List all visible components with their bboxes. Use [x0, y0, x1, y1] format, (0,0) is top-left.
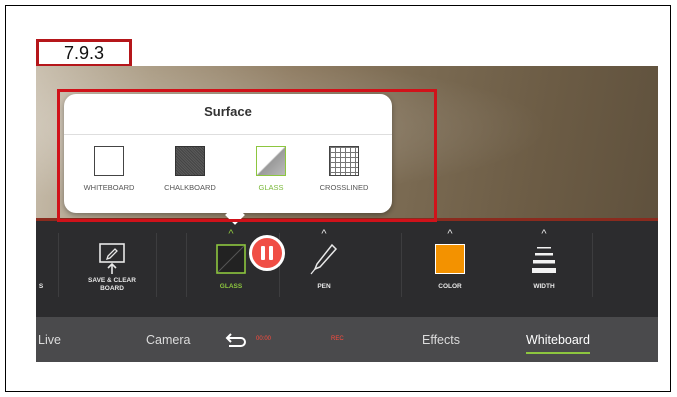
color-swatch-icon	[435, 244, 465, 274]
rec-label: REC	[331, 336, 344, 342]
save-clear-label-1: SAVE & CLEAR	[88, 277, 136, 284]
whiteboard-swatch-icon	[94, 146, 124, 176]
undo-icon[interactable]	[225, 330, 249, 353]
step-number-label: 7.9.3	[36, 39, 132, 67]
whiteboard-toolbar: S SAVE & CLEAR BOARD ^ GLASS ^ PEN ^ COL…	[36, 221, 658, 317]
surface-option-whiteboard[interactable]: WHITEBOARD	[68, 146, 150, 192]
option-label: WHITEBOARD	[83, 183, 135, 192]
width-tool-button[interactable]: ^ WIDTH	[502, 221, 586, 317]
tab-live[interactable]: Live	[38, 317, 61, 362]
save-clear-board-icon	[99, 243, 125, 274]
pen-tool-label: PEN	[317, 283, 331, 290]
record-timer: 00:00	[256, 336, 272, 342]
line-width-icon	[532, 247, 556, 273]
tab-effects[interactable]: Effects	[422, 317, 460, 362]
record-pause-button[interactable]	[249, 235, 285, 271]
surface-option-crosslined[interactable]: CROSSLINED	[303, 146, 385, 192]
pen-icon	[310, 243, 338, 275]
surface-option-chalkboard[interactable]: CHALKBOARD	[149, 146, 231, 192]
save-clear-board-button[interactable]: SAVE & CLEAR BOARD	[72, 221, 152, 317]
bottom-tab-bar: Live Camera 00:00 REC Effects Whiteboard	[36, 317, 658, 362]
surface-option-glass[interactable]: GLASS	[230, 146, 312, 192]
surface-popup: Surface WHITEBOARD CHALKBOARD GLASS CROS…	[64, 94, 392, 225]
save-clear-label-2: BOARD	[100, 285, 124, 292]
partial-tool-label: S	[38, 283, 44, 290]
pen-tool-button[interactable]: ^ PEN	[282, 221, 366, 317]
glass-tool-label: GLASS	[219, 283, 243, 290]
tab-camera[interactable]: Camera	[146, 317, 190, 362]
tab-whiteboard[interactable]: Whiteboard	[526, 317, 590, 362]
crosslined-swatch-icon	[329, 146, 359, 176]
popup-title: Surface	[204, 104, 252, 119]
color-tool-label: COLOR	[438, 283, 462, 290]
width-tool-label: WIDTH	[533, 283, 555, 290]
glass-surface-icon	[216, 244, 246, 274]
chalkboard-swatch-icon	[175, 146, 205, 176]
option-label: GLASS	[258, 183, 284, 192]
option-label: CROSSLINED	[319, 183, 369, 192]
color-tool-button[interactable]: ^ COLOR	[408, 221, 492, 317]
partial-tool[interactable]: S	[36, 221, 48, 317]
option-label: CHALKBOARD	[164, 183, 216, 192]
pause-icon	[261, 246, 273, 260]
glass-swatch-icon	[256, 146, 286, 176]
